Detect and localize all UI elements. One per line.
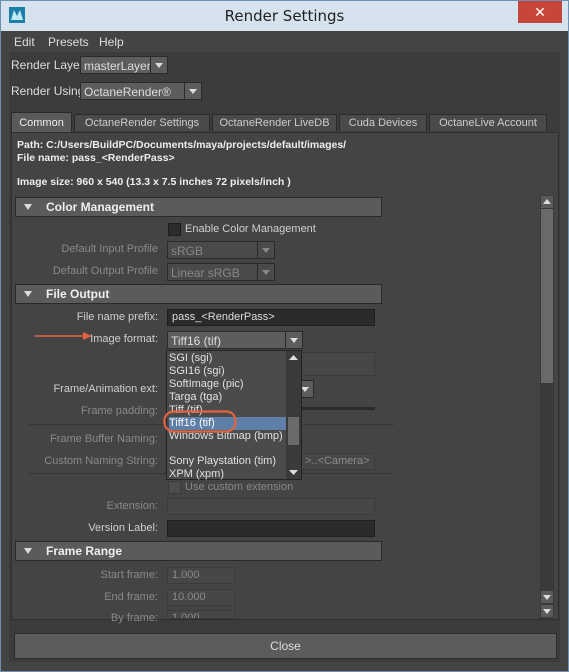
start-frame-label: Start frame: [100, 569, 158, 581]
image-format-select[interactable]: Tiff16 (tif) [167, 331, 303, 349]
input-profile-value: sRGB [171, 244, 204, 258]
custom-naming-string-input[interactable]: >..<Camera> [300, 453, 375, 470]
output-file-name: File name: pass_<RenderPass> [17, 152, 175, 164]
frame-padding-label: Frame padding: [80, 405, 158, 417]
chevron-down-icon [257, 264, 274, 280]
use-custom-extension-label: Use custom extension [185, 481, 294, 493]
frame-animation-ext-label: Frame/Animation ext: [53, 383, 158, 395]
render-layer-select[interactable]: masterLayer [80, 56, 168, 74]
frame-buffer-naming-label: Frame Buffer Naming: [49, 433, 158, 445]
frame-animation-ext-select[interactable] [296, 380, 314, 398]
image-format-value: Tiff16 (tif) [171, 334, 222, 348]
image-format-label: Image format: [90, 333, 158, 345]
tab-octanerender-settings[interactable]: OctaneRender Settings [74, 114, 210, 131]
output-path: Path: C:/Users/BuildPC/Documents/maya/pr… [17, 139, 347, 151]
tab-common[interactable]: Common [11, 112, 72, 132]
arrow-down-icon [289, 470, 298, 475]
chevron-down-icon [150, 57, 167, 73]
window-title: Render Settings [224, 7, 345, 25]
end-frame-input[interactable]: 10.000 [167, 589, 235, 606]
custom-naming-string-label: Custom Naming String: [44, 455, 158, 467]
use-custom-extension-checkbox[interactable] [168, 481, 181, 494]
arrow-up-icon [543, 199, 551, 204]
enable-color-management-checkbox[interactable] [168, 223, 181, 236]
render-using-label: Render Using [11, 84, 85, 98]
render-using-value: OctaneRender® [84, 85, 171, 99]
scroll-down-button[interactable] [541, 605, 553, 617]
output-profile-value: Linear sRGB [171, 266, 240, 280]
scroll-down-button[interactable] [541, 591, 553, 603]
render-layer-value: masterLayer [84, 59, 151, 73]
title-bar: Render Settings ✕ [1, 1, 568, 31]
window-close-button[interactable]: ✕ [518, 1, 562, 23]
file-name-prefix-input[interactable]: pass_<RenderPass> [167, 309, 375, 326]
tab-octanerender-livedb[interactable]: OctaneRender LiveDB [212, 114, 337, 131]
input-profile-label: Default Input Profile [61, 243, 158, 255]
chevron-down-icon [285, 332, 302, 348]
color-management-header[interactable]: Color Management [15, 197, 382, 217]
dropdown-scrollbar[interactable] [286, 351, 301, 479]
close-button[interactable]: Close [14, 633, 557, 659]
format-option[interactable]: Sony Playstation (tim) [169, 455, 276, 468]
input-profile-select[interactable]: sRGB [167, 241, 275, 259]
collapse-triangle-icon [24, 548, 32, 554]
scroll-up-button[interactable] [541, 196, 553, 208]
menu-presets[interactable]: Presets [48, 35, 89, 49]
scroll-thumb[interactable] [541, 209, 553, 383]
file-output-header[interactable]: File Output [15, 284, 382, 304]
extension-label: Extension: [106, 500, 158, 512]
arrow-down-icon [543, 609, 551, 614]
chevron-down-icon [257, 242, 274, 258]
format-option[interactable]: Targa (tga) [169, 391, 222, 404]
render-settings-window: Render Settings ✕ Edit Presets Help Rend… [0, 0, 569, 672]
start-frame-input[interactable]: 1.000 [167, 567, 235, 584]
tab-octanelive-account[interactable]: OctaneLive Account [429, 114, 547, 131]
image-size: Image size: 960 x 540 (13.3 x 7.5 inches… [17, 176, 291, 188]
section-title: Frame Range [46, 544, 123, 558]
menu-edit[interactable]: Edit [14, 35, 35, 49]
menu-help[interactable]: Help [99, 35, 124, 49]
arrow-down-icon [543, 595, 551, 600]
tab-cuda-devices[interactable]: Cuda Devices [339, 114, 427, 131]
render-using-select[interactable]: OctaneRender® [80, 82, 202, 100]
annotation-highlight-ring [163, 410, 237, 433]
frame-range-header[interactable]: Frame Range [15, 541, 382, 561]
collapse-triangle-icon [24, 204, 32, 210]
frame-padding-slider[interactable] [300, 407, 375, 410]
menu-bar: Edit Presets Help [9, 32, 560, 52]
dropdown-scroll-thumb[interactable] [288, 417, 299, 445]
arrow-up-icon [289, 355, 298, 360]
output-profile-label: Default Output Profile [52, 265, 158, 277]
chevron-down-icon [184, 83, 201, 99]
format-option[interactable]: SGI (sgi) [169, 352, 212, 365]
vertical-scrollbar[interactable] [540, 195, 554, 619]
by-frame-label: By frame: [110, 612, 158, 624]
extension-input[interactable] [167, 498, 375, 515]
format-options-button[interactable] [295, 352, 375, 376]
version-label-label: Version Label: [88, 522, 158, 534]
version-label-input[interactable] [167, 520, 375, 537]
format-option[interactable]: SoftImage (pic) [169, 378, 244, 391]
section-title: Color Management [46, 200, 155, 214]
by-frame-input[interactable]: 1.000 [167, 610, 235, 619]
file-name-prefix-label: File name prefix: [76, 311, 158, 323]
enable-color-management-label: Enable Color Management [185, 223, 316, 235]
render-layer-label: Render Layer [11, 58, 84, 72]
end-frame-label: End frame: [104, 591, 158, 603]
format-option[interactable]: XPM (xpm) [169, 468, 224, 481]
section-title: File Output [46, 287, 110, 301]
output-profile-select[interactable]: Linear sRGB [167, 263, 275, 281]
format-option[interactable]: SGI16 (sgi) [169, 365, 225, 378]
collapse-triangle-icon [24, 291, 32, 297]
